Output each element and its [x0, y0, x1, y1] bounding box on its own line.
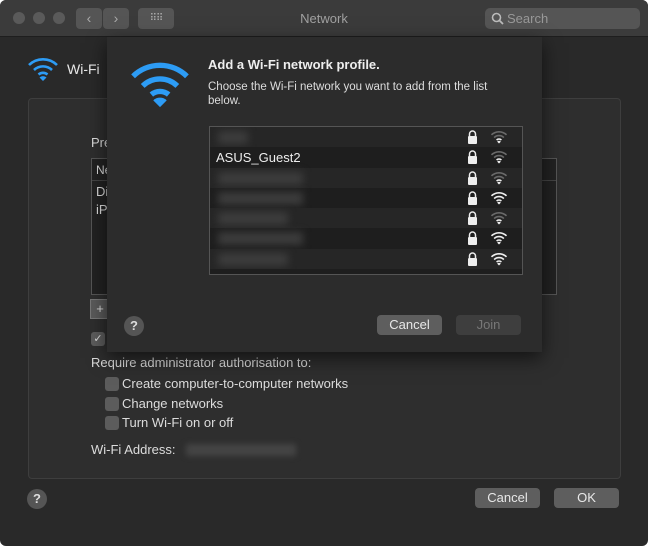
search-icon: [491, 12, 504, 25]
require-admin-label: Require administrator authorisation to:: [91, 355, 312, 370]
network-name-redacted: [218, 232, 303, 246]
network-name-redacted: [218, 191, 303, 205]
wifi-signal-icon: [490, 211, 508, 225]
wifi-address-value-redacted: [186, 444, 296, 456]
help-button[interactable]: ?: [27, 489, 47, 509]
wifi-icon-large: [131, 62, 189, 108]
sheet-help-button[interactable]: ?: [124, 316, 144, 336]
option-change-networks-label: Change networks: [122, 396, 224, 411]
network-row[interactable]: ASUS_Guest2: [210, 147, 522, 168]
wifi-signal-icon: [490, 252, 508, 266]
wifi-label: Wi-Fi: [67, 61, 100, 77]
search-input[interactable]: Search: [485, 8, 640, 29]
join-button[interactable]: Join: [456, 315, 521, 335]
network-window: ‹ › ⠿⠿ Network Search Wi-Fi Pre Ne Di iP…: [0, 0, 648, 546]
network-row[interactable]: [210, 167, 522, 188]
wifi-signal-icon: [490, 191, 508, 205]
sheet-description: Choose the Wi-Fi network you want to add…: [208, 81, 488, 107]
checkbox-change-networks[interactable]: [105, 397, 119, 411]
add-wifi-profile-sheet: Add a Wi-Fi network profile. Choose the …: [107, 37, 542, 352]
show-networks-checkbox[interactable]: ✓: [91, 332, 105, 346]
sheet-title: Add a Wi-Fi network profile.: [208, 57, 380, 72]
search-placeholder: Search: [507, 11, 549, 26]
network-row[interactable]: [210, 248, 522, 270]
wifi-signal-icon: [490, 130, 508, 144]
lock-icon: [467, 150, 478, 165]
option-turn-wifi-label: Turn Wi-Fi on or off: [122, 415, 234, 430]
network-name: ASUS_Guest2: [216, 150, 301, 166]
checkbox-turn-wifi[interactable]: [105, 416, 119, 430]
cancel-button[interactable]: Cancel: [475, 488, 540, 508]
lock-icon: [467, 252, 478, 266]
network-row[interactable]: [210, 187, 522, 209]
lock-icon: [467, 211, 478, 226]
network-row-partial[interactable]: [210, 269, 522, 274]
network-name-redacted: [218, 131, 248, 144]
title-bar: ‹ › ⠿⠿ Network Search: [0, 0, 648, 37]
checkmark-icon: ✓: [93, 333, 103, 345]
lock-icon: [467, 170, 478, 185]
network-row[interactable]: [210, 208, 522, 229]
network-row[interactable]: [210, 127, 522, 148]
lock-icon: [467, 191, 478, 205]
checkbox-create-networks[interactable]: [105, 377, 119, 391]
sheet-cancel-button[interactable]: Cancel: [377, 315, 442, 335]
network-name-redacted: [218, 252, 288, 266]
wifi-icon: [28, 58, 58, 81]
wifi-signal-icon: [490, 231, 508, 245]
ok-button[interactable]: OK: [554, 488, 619, 508]
wifi-signal-icon: [490, 171, 508, 185]
option-create-networks-label: Create computer-to-computer networks: [122, 376, 349, 391]
network-row[interactable]: [210, 228, 522, 249]
lock-icon: [467, 231, 478, 246]
network-name-redacted: [218, 171, 303, 185]
network-name-redacted: [218, 212, 288, 226]
wifi-address-label: Wi-Fi Address:: [91, 442, 176, 457]
network-list[interactable]: ASUS_Guest2: [209, 126, 523, 275]
wifi-signal-icon: [490, 150, 508, 164]
lock-icon: [467, 130, 478, 144]
